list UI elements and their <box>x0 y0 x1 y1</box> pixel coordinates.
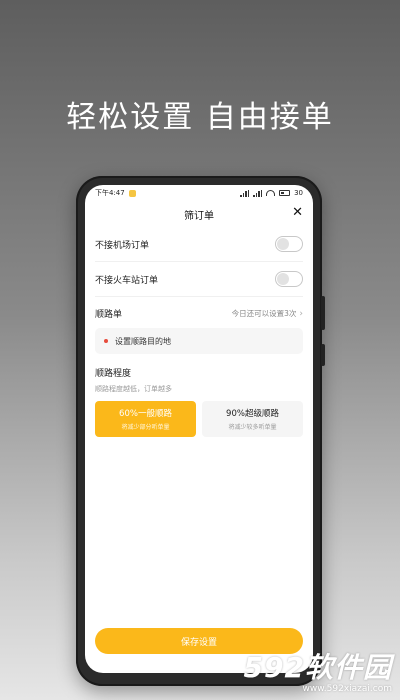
power-button <box>321 344 325 366</box>
battery-percent: 30 <box>294 189 303 197</box>
option-main-label: 90%超级顺路 <box>226 409 279 419</box>
option-90-percent[interactable]: 90%超级顺路 将减少较多听单量 <box>202 401 303 437</box>
dialog-title: 筛订单 <box>184 210 214 222</box>
chevron-right-icon: › <box>299 308 303 319</box>
filter-label-airport: 不接机场订单 <box>95 240 150 251</box>
filter-row-train: 不接火车站订单 <box>95 262 303 297</box>
airport-toggle[interactable] <box>275 236 303 252</box>
watermark-url: www.592xiazai.com <box>302 684 392 694</box>
location-dot-icon <box>104 339 108 343</box>
destination-input[interactable]: 设置顺路目的地 <box>95 328 303 354</box>
train-station-toggle[interactable] <box>275 271 303 287</box>
watermark-logo: 592软件园 <box>243 651 392 684</box>
degree-subtitle: 顺路程度越低，订单越多 <box>95 385 172 393</box>
route-section-header: 顺路单 今日还可以设置3次 › <box>95 307 303 321</box>
status-time: 下午4:47 <box>95 189 125 197</box>
watermark: 592软件园 www.592xiazai.com <box>243 651 392 695</box>
signal-icon <box>240 189 250 197</box>
wifi-icon <box>266 190 276 196</box>
option-60-percent[interactable]: 60%一般顺路 将减少部分听单量 <box>95 401 196 437</box>
volume-button <box>321 296 325 330</box>
battery-icon <box>279 190 291 196</box>
filter-row-airport: 不接机场订单 <box>95 227 303 262</box>
option-sub-label: 将减少较多听单量 <box>228 424 277 431</box>
filter-label-train: 不接火车站订单 <box>95 275 159 286</box>
signal-icon-2 <box>253 189 263 197</box>
status-bar: 下午4:47 30 <box>85 185 313 201</box>
option-sub-label: 将减少部分听单量 <box>121 424 170 431</box>
degree-options: 60%一般顺路 将减少部分听单量 90%超级顺路 将减少较多听单量 <box>95 401 303 437</box>
close-icon[interactable]: ✕ <box>292 206 303 220</box>
toggle-knob <box>277 273 289 285</box>
toggle-knob <box>277 238 289 250</box>
route-title: 顺路单 <box>95 310 123 320</box>
destination-placeholder: 设置顺路目的地 <box>115 336 171 346</box>
route-limit-link[interactable]: 今日还可以设置3次 › <box>232 308 303 319</box>
degree-title: 顺路程度 <box>95 369 132 379</box>
phone-screen: 下午4:47 30 筛订单 ✕ 不接机场订单 不接火车站订单 顺路单 今日还可以… <box>85 185 313 673</box>
dialog-header: 筛订单 ✕ <box>85 201 313 227</box>
route-limit-text: 今日还可以设置3次 <box>231 309 297 318</box>
notification-icon <box>128 189 136 197</box>
headline: 轻松设置 自由接单 <box>66 100 334 135</box>
option-main-label: 60%一般顺路 <box>119 409 172 419</box>
phone-frame: 下午4:47 30 筛订单 ✕ 不接机场订单 不接火车站订单 顺路单 今日还可以… <box>76 176 325 686</box>
